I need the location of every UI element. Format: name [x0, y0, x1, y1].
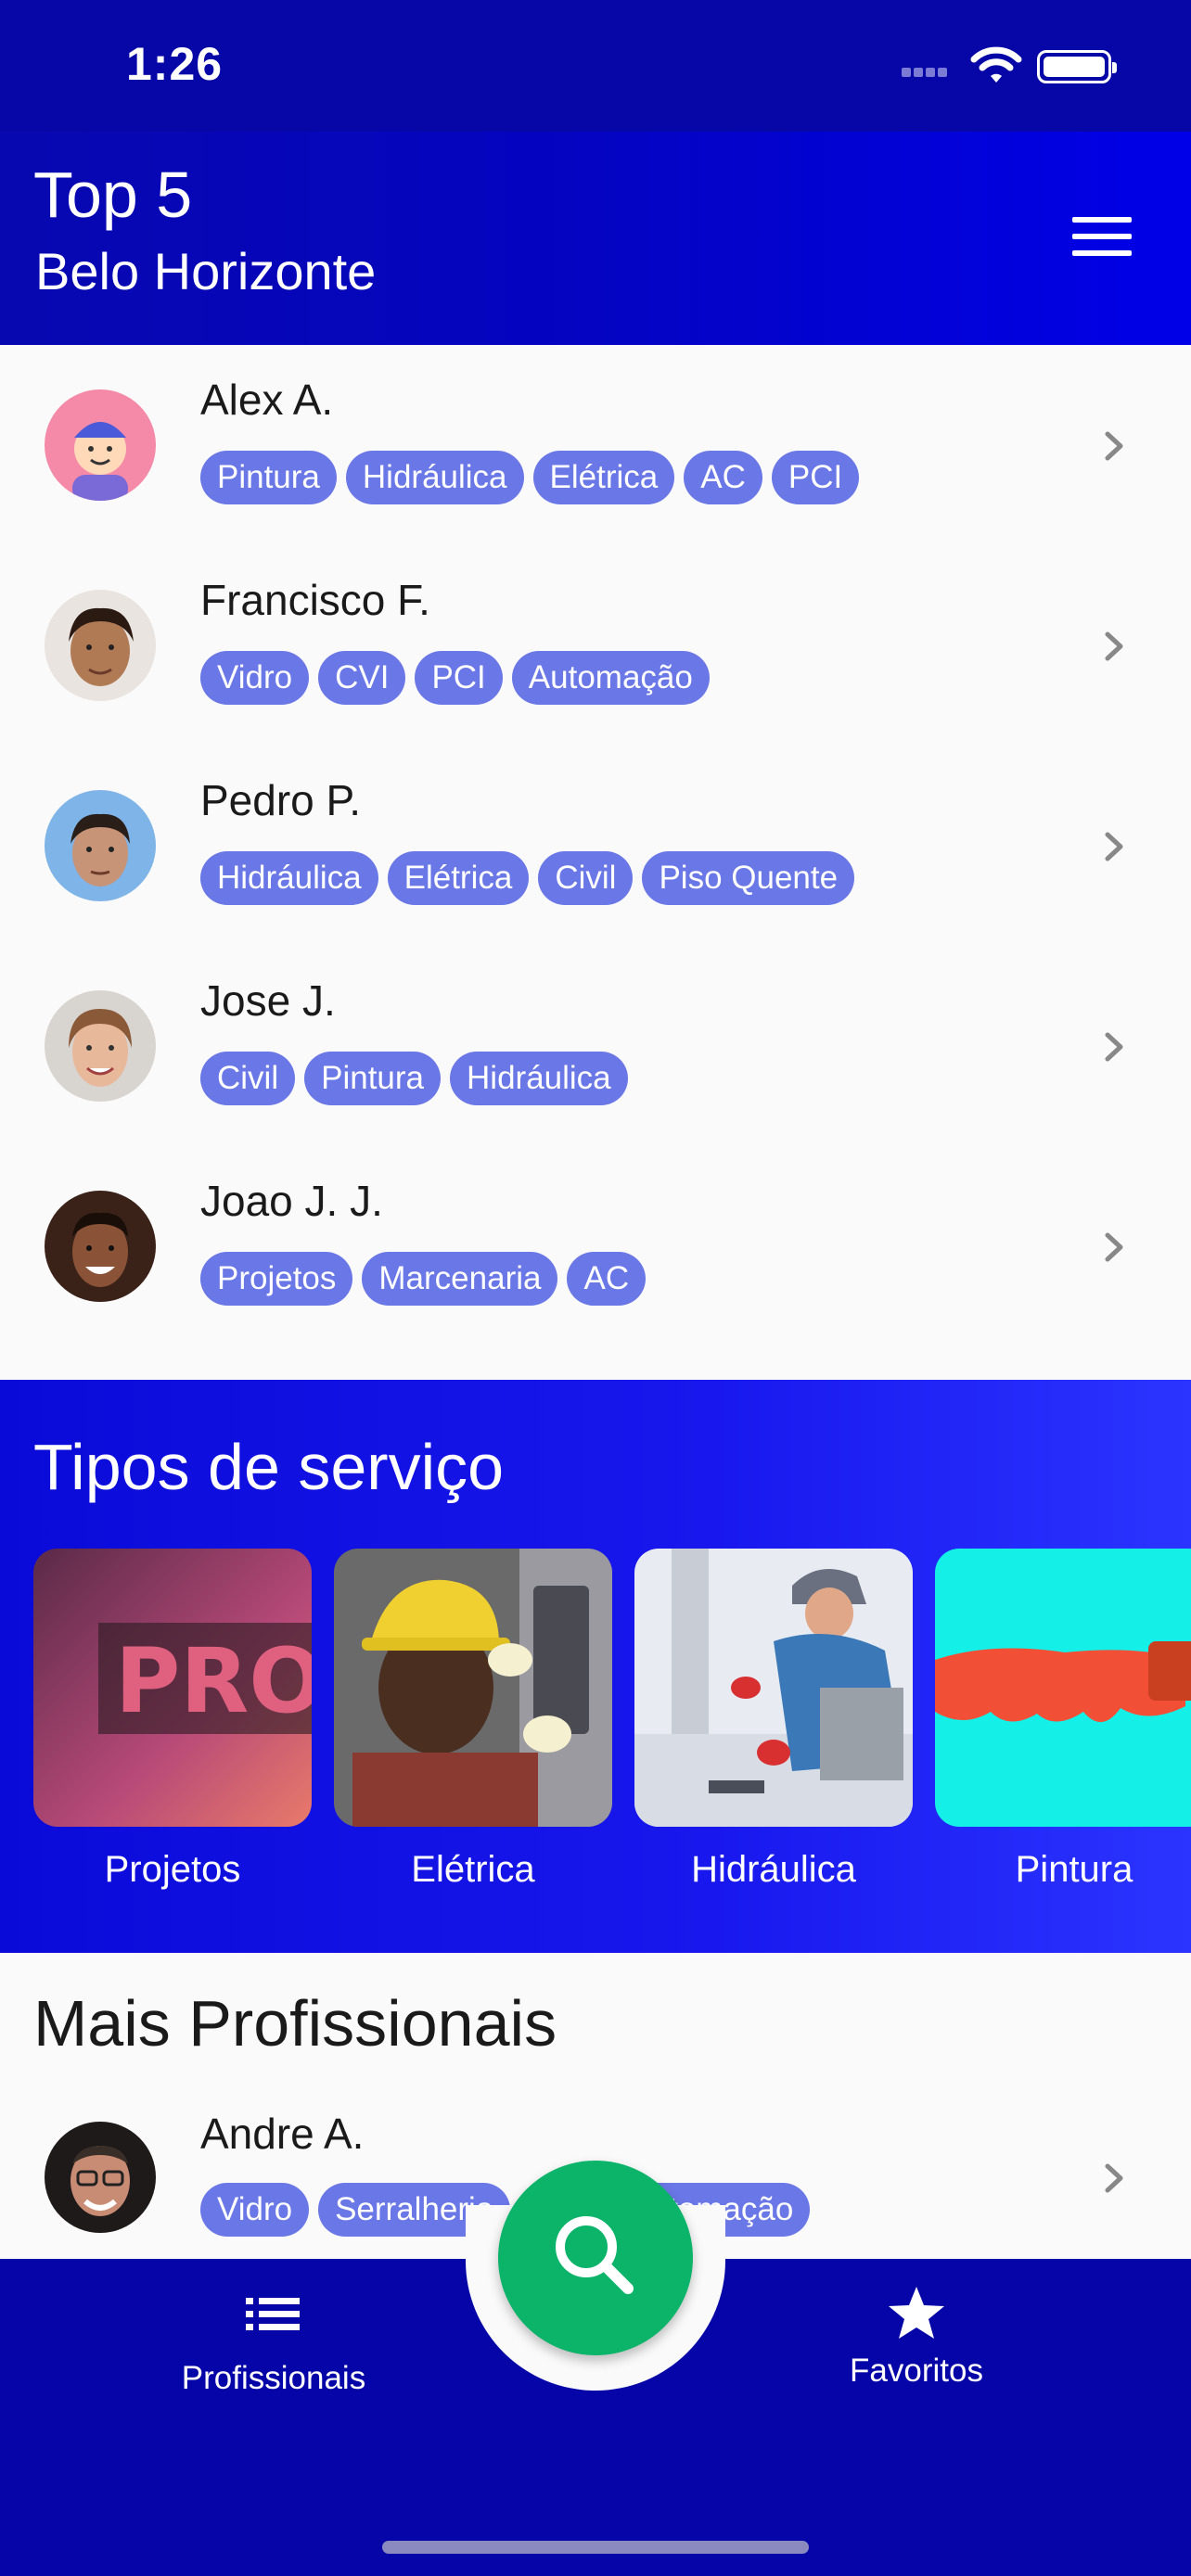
tag-badge: Projetos	[200, 1252, 353, 1306]
service-label: Pintura	[1015, 1849, 1133, 1890]
cellular-signal-icon	[902, 65, 957, 80]
battery-icon	[1037, 50, 1117, 83]
menu-button[interactable]	[1072, 217, 1132, 260]
list-item[interactable]: Joao J. J. Projetos Marcenaria AC	[0, 1146, 1191, 1346]
tag-list: Vidro CVI PCI Automação	[200, 651, 710, 705]
tag-badge: Vidro	[200, 2183, 310, 2237]
header: Top 5 Belo Horizonte	[0, 132, 1191, 345]
avatar	[45, 2122, 156, 2233]
tag-badge: PCI	[415, 651, 503, 705]
electrician-image	[334, 1549, 612, 1827]
service-card-pintura[interactable]	[935, 1549, 1191, 1827]
hamburger-icon	[1072, 217, 1132, 223]
chevron-right-icon	[1105, 631, 1123, 661]
tag-badge: Automação	[511, 651, 710, 705]
avatar	[45, 790, 156, 901]
tab-profissionais[interactable]: Profissionais	[134, 2296, 413, 2397]
tag-badge: Hidráulica	[345, 451, 524, 504]
chevron-right-icon	[1105, 832, 1123, 861]
tag-badge: Marcenaria	[362, 1252, 558, 1306]
service-types-section: Tipos de serviço PROJECT Projetos Elétri…	[0, 1380, 1191, 1953]
tag-badge: AC	[567, 1252, 647, 1306]
chevron-right-icon	[1105, 1232, 1123, 1262]
tag-badge: AC	[684, 451, 762, 504]
home-indicator	[382, 2541, 809, 2554]
list-item[interactable]: Alex A. Pintura Hidráulica Elétrica AC P…	[0, 345, 1191, 545]
avatar	[45, 590, 156, 701]
list-item[interactable]: Francisco F. Vidro CVI PCI Automação	[0, 545, 1191, 746]
tag-badge: Vidro	[200, 651, 310, 705]
service-label: Hidráulica	[691, 1849, 856, 1890]
page-title: Top 5	[33, 159, 193, 231]
chevron-right-icon	[1105, 2163, 1123, 2193]
tag-badge: Elétrica	[387, 851, 530, 905]
service-card-eletrica[interactable]	[334, 1549, 612, 1827]
service-card-projetos[interactable]: PROJECT	[33, 1549, 312, 1827]
tag-badge: Hidráulica	[450, 1052, 628, 1105]
professional-name: Joao J. J.	[200, 1177, 383, 1225]
status-bar: 1:26	[0, 0, 1191, 132]
service-label: Projetos	[104, 1849, 241, 1890]
top5-list: Alex A. Pintura Hidráulica Elétrica AC P…	[0, 345, 1191, 1346]
search-button[interactable]	[498, 2161, 693, 2355]
avatar	[45, 990, 156, 1102]
section-title: Tipos de serviço	[33, 1431, 505, 1503]
svg-text:PROJECT: PROJECT	[115, 1629, 312, 1733]
tab-favoritos[interactable]: Favoritos	[777, 2287, 1056, 2390]
tag-list: Hidráulica Elétrica Civil Piso Quente	[200, 851, 855, 905]
tag-list: Pintura Hidráulica Elétrica AC PCI	[200, 451, 860, 504]
page-subtitle: Belo Horizonte	[35, 242, 377, 300]
paint-image	[935, 1549, 1191, 1827]
tab-label: Profissionais	[181, 2360, 366, 2396]
chevron-right-icon	[1105, 431, 1123, 461]
tag-badge: Piso Quente	[642, 851, 855, 905]
avatar	[45, 389, 156, 501]
tag-list: Projetos Marcenaria AC	[200, 1252, 647, 1306]
professional-name: Francisco F.	[200, 576, 430, 624]
tag-badge: PCI	[771, 451, 860, 504]
tag-badge: Elétrica	[532, 451, 675, 504]
tag-badge: Civil	[538, 851, 634, 905]
tag-badge: CVI	[318, 651, 406, 705]
service-label: Elétrica	[411, 1849, 535, 1890]
professional-name: Jose J.	[200, 976, 336, 1025]
professional-name: Alex A.	[200, 376, 334, 424]
list-item[interactable]: Pedro P. Hidráulica Elétrica Civil Piso …	[0, 746, 1191, 946]
tag-badge: Pintura	[304, 1052, 442, 1105]
tag-list: Civil Pintura Hidráulica	[200, 1052, 628, 1105]
list-item[interactable]: Jose J. Civil Pintura Hidráulica	[0, 946, 1191, 1146]
search-icon	[556, 2216, 634, 2294]
section-title: Mais Profissionais	[33, 1987, 557, 2060]
list-icon	[246, 2298, 300, 2330]
professional-name: Pedro P.	[200, 776, 362, 824]
plumber-image	[634, 1549, 913, 1827]
status-time: 1:26	[126, 38, 224, 90]
star-icon	[889, 2287, 944, 2339]
tag-badge: Civil	[200, 1052, 296, 1105]
chevron-right-icon	[1105, 1032, 1123, 1062]
avatar	[45, 1191, 156, 1302]
tag-badge: Hidráulica	[200, 851, 378, 905]
tab-label: Favoritos	[850, 2353, 983, 2389]
tag-badge: Pintura	[200, 451, 337, 504]
wifi-icon	[970, 46, 1022, 83]
service-card-hidraulica[interactable]	[634, 1549, 913, 1827]
professional-name: Andre A.	[200, 2110, 365, 2158]
projects-image: PROJECT	[33, 1549, 312, 1827]
